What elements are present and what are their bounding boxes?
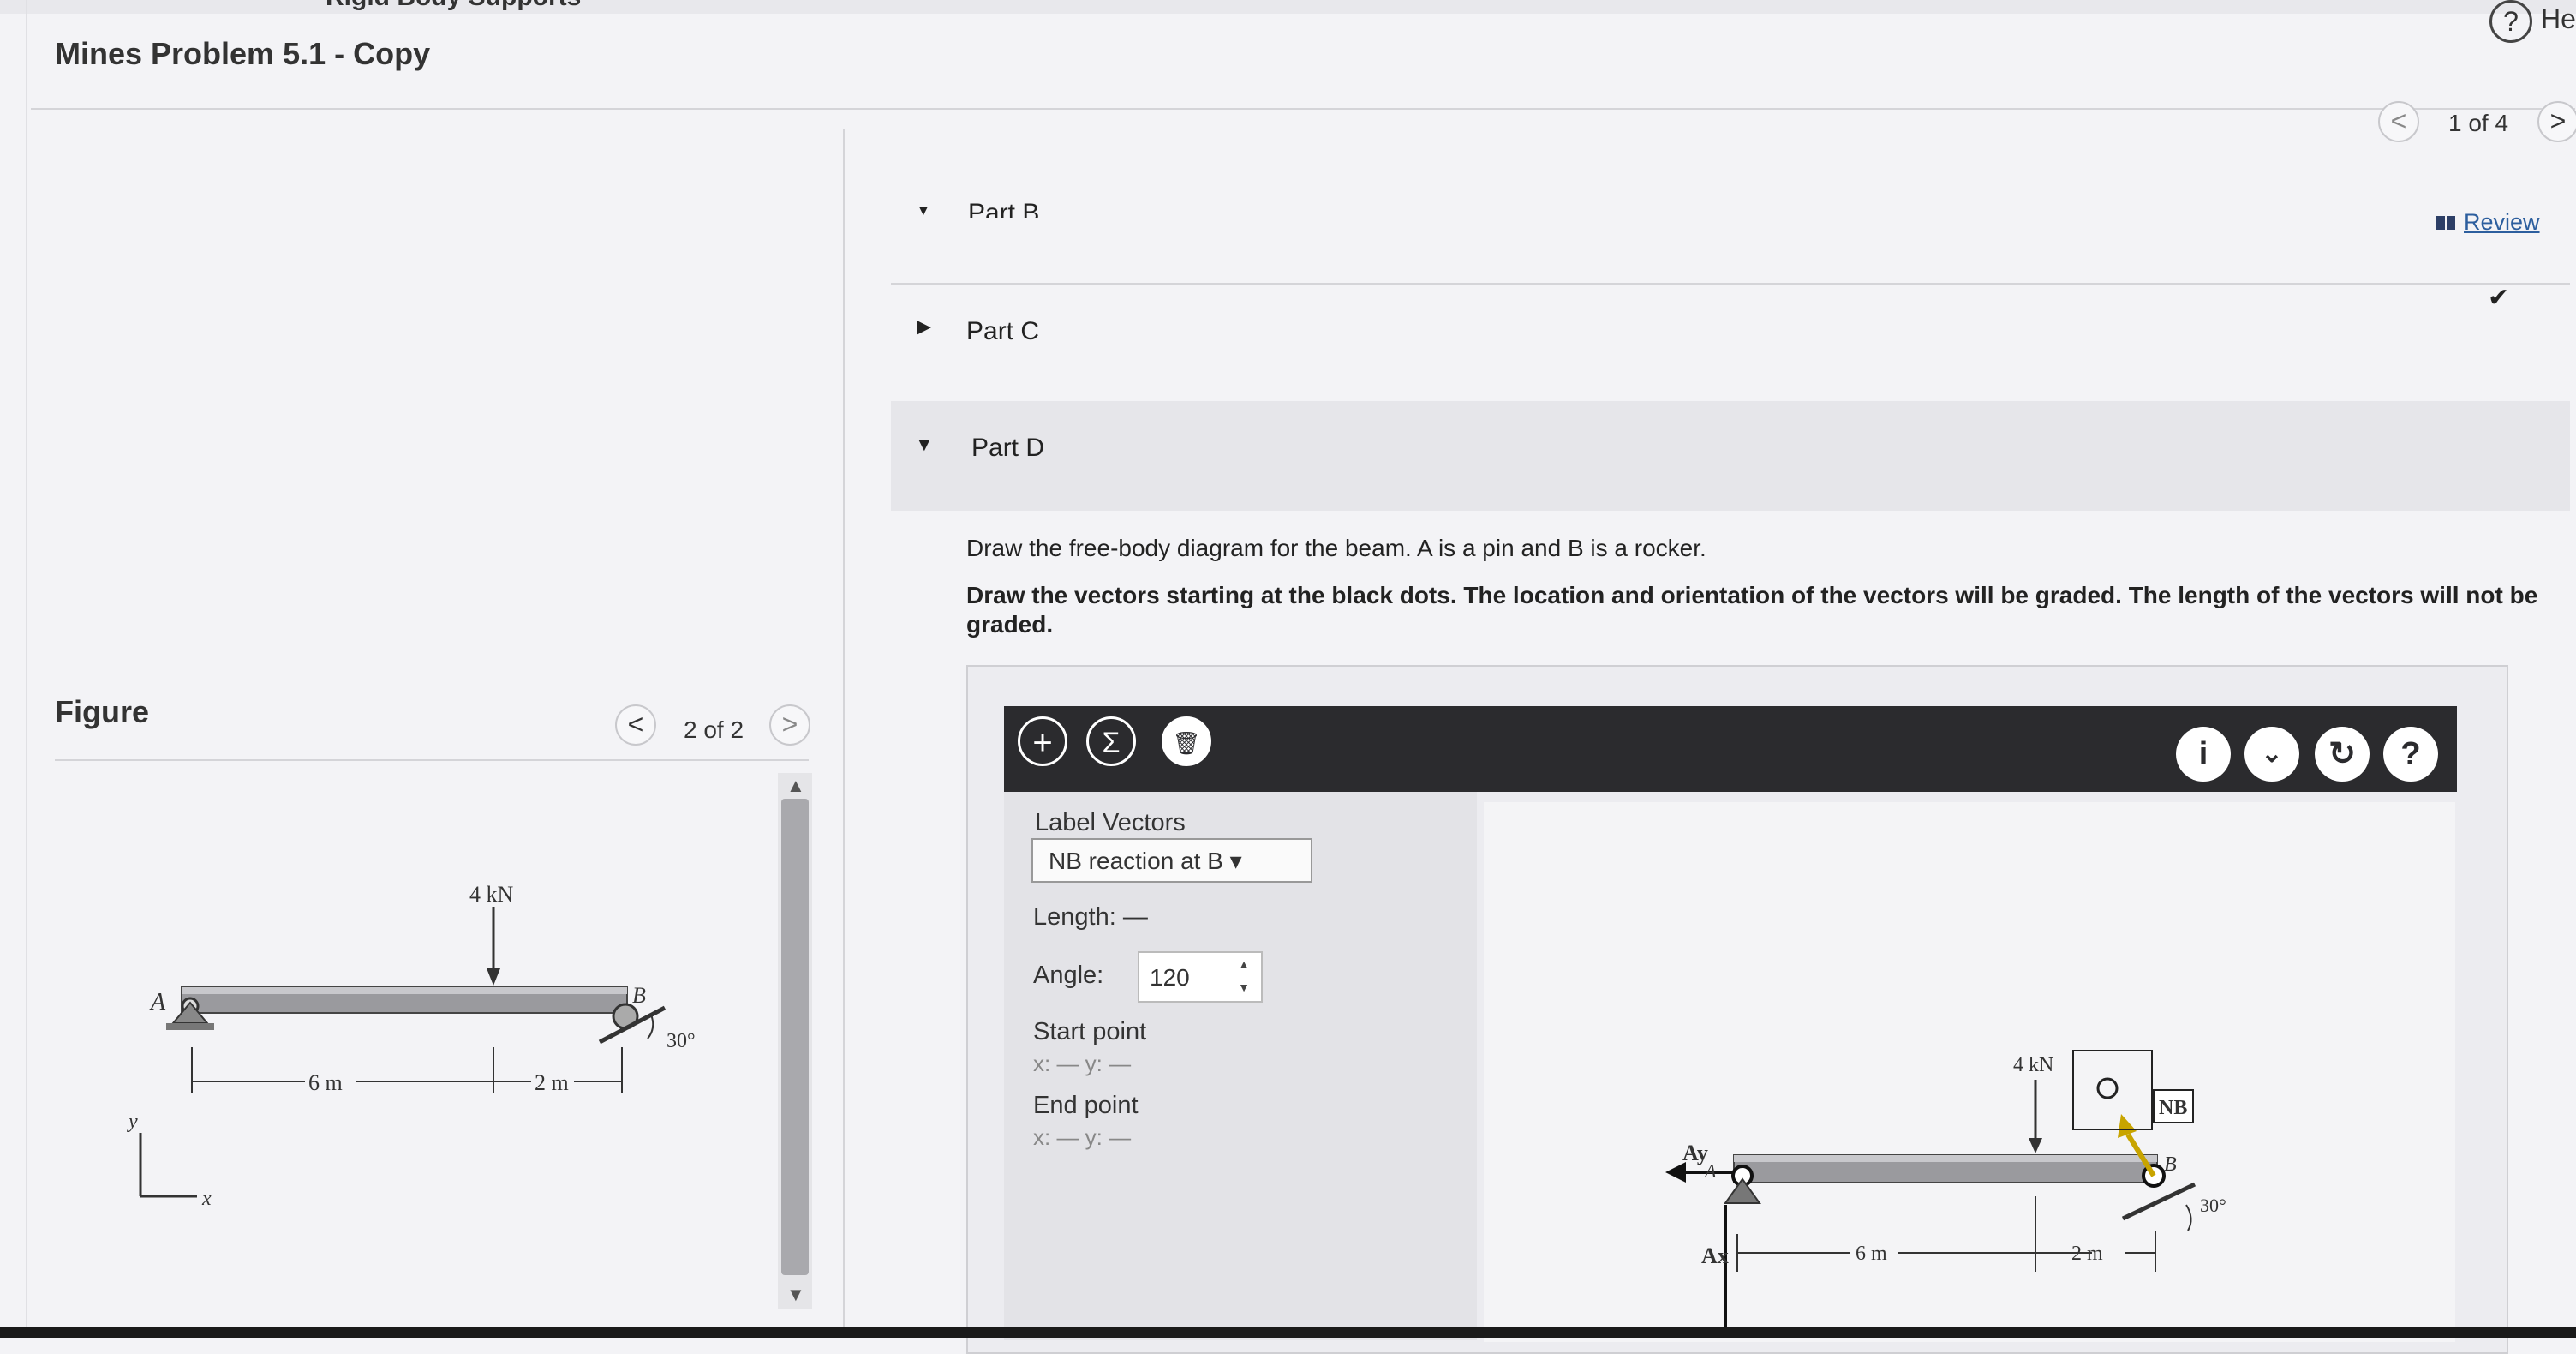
canvas-nb-label: NB (2159, 1097, 2187, 1119)
prev-page-button[interactable]: < (2378, 101, 2419, 142)
chevron-down-icon[interactable]: ⌄ (2244, 727, 2299, 782)
review-label: Review (2464, 209, 2540, 235)
pane-divider (843, 129, 845, 1337)
figure-point-a: A (149, 989, 166, 1016)
angle-label: Angle: (1033, 962, 1104, 989)
fbd-toolbar (1004, 706, 2457, 792)
figure-angle-label: 30° (666, 1030, 696, 1052)
canvas-ax-label: Ax (1701, 1243, 1729, 1268)
page-title: Mines Problem 5.1 - Copy (55, 36, 431, 71)
expand-part-b-icon[interactable]: ▼ (917, 204, 930, 219)
selected-vector-label: NB reaction at B (1049, 848, 1223, 874)
pin-a-ground (166, 1023, 214, 1030)
next-page-button[interactable]: > (2537, 101, 2576, 142)
page-indicator: 1 of 4 (2448, 110, 2509, 136)
beam-highlight (182, 987, 627, 994)
figure-axis-y: y (127, 1111, 138, 1133)
collapse-part-d-icon[interactable]: ▼ (915, 434, 934, 456)
help-icon[interactable]: ? (2489, 0, 2532, 43)
canvas-angle-label: 30° (2200, 1195, 2226, 1216)
book-icon (2436, 216, 2455, 230)
part-c-header[interactable]: Part C (966, 317, 1039, 346)
end-point-label: End point (1033, 1092, 1139, 1119)
canvas-dim-2m: 2 m (2071, 1243, 2103, 1265)
sum-button[interactable]: Σ (1086, 716, 1136, 766)
start-point-label: Start point (1033, 1018, 1147, 1045)
figure-axis-x: x (201, 1188, 212, 1210)
canvas-load-label: 4 kN (2013, 1054, 2053, 1076)
part-b-divider (891, 283, 2570, 285)
nb-handle-box (2072, 1050, 2153, 1130)
reset-icon[interactable]: ↻ (2315, 727, 2370, 782)
figure-label: Figure (55, 694, 150, 729)
start-point-coords: x: — y: — (1033, 1051, 1132, 1076)
nb-handle-icon (2096, 1077, 2119, 1099)
canvas-point-b: B (2164, 1153, 2177, 1176)
figure-scroll-thumb[interactable] (781, 799, 809, 1275)
figure-prev-button[interactable]: < (615, 704, 656, 746)
figure-beam-diagram: 4 kN 6 m 2 m 30° A B x y (127, 882, 696, 1210)
label-vectors-heading: Label Vectors (1035, 809, 1186, 836)
angle-stepper[interactable]: ▲ ▼ (1227, 953, 1261, 1001)
figure-next-button[interactable]: > (769, 704, 810, 746)
scroll-up-icon[interactable]: ▲ (786, 775, 805, 797)
fbd-canvas-drawing[interactable]: 4 kN NB Ay Ax A B 6 m 2 m 30° (1484, 802, 2455, 1338)
figure-divider (55, 759, 809, 761)
instruction-text: Draw the free-body diagram for the beam.… (966, 535, 1706, 561)
left-edge (26, 0, 27, 1338)
trash-icon[interactable]: 🗑 (1162, 716, 1211, 766)
help-tool-icon[interactable]: ? (2383, 727, 2438, 782)
part-d-header[interactable]: Part D (971, 434, 1044, 463)
figure-dim-2m: 2 m (535, 1070, 569, 1095)
canvas-point-a: A (1703, 1160, 1717, 1182)
title-divider (31, 108, 2575, 110)
add-vector-button[interactable]: + (1018, 716, 1067, 766)
figure-dim-6m: 6 m (308, 1070, 343, 1095)
info-icon[interactable]: i (2176, 727, 2231, 782)
review-link[interactable]: Review (2436, 209, 2540, 236)
part-d-header-bar[interactable] (891, 401, 2570, 511)
scroll-down-icon[interactable]: ▼ (786, 1284, 805, 1306)
end-point-coords: x: — y: — (1033, 1124, 1132, 1150)
figure-page-indicator: 2 of 2 (684, 716, 744, 743)
instruction-bold-text: Draw the vectors starting at the black d… (966, 582, 2538, 638)
help-label[interactable]: He (2541, 3, 2576, 35)
expand-part-c-icon[interactable]: ▶ (917, 315, 931, 338)
figure-point-b: B (632, 983, 646, 1008)
canvas-dim-6m: 6 m (1856, 1243, 1887, 1265)
vector-label-select[interactable]: NB reaction at B ▾ (1031, 838, 1312, 883)
figure-load-label: 4 kN (469, 882, 514, 907)
part-b-complete-check-icon: ✔ (2488, 284, 2510, 312)
part-b-header[interactable]: Part B (968, 199, 1039, 218)
length-label: Length: — (1033, 903, 1148, 931)
load-arrowhead (487, 968, 500, 986)
assignment-title: Rigid Body Supports (326, 0, 581, 12)
bottom-edge (0, 1327, 2576, 1338)
dropdown-caret-icon: ▾ (1229, 848, 1242, 874)
